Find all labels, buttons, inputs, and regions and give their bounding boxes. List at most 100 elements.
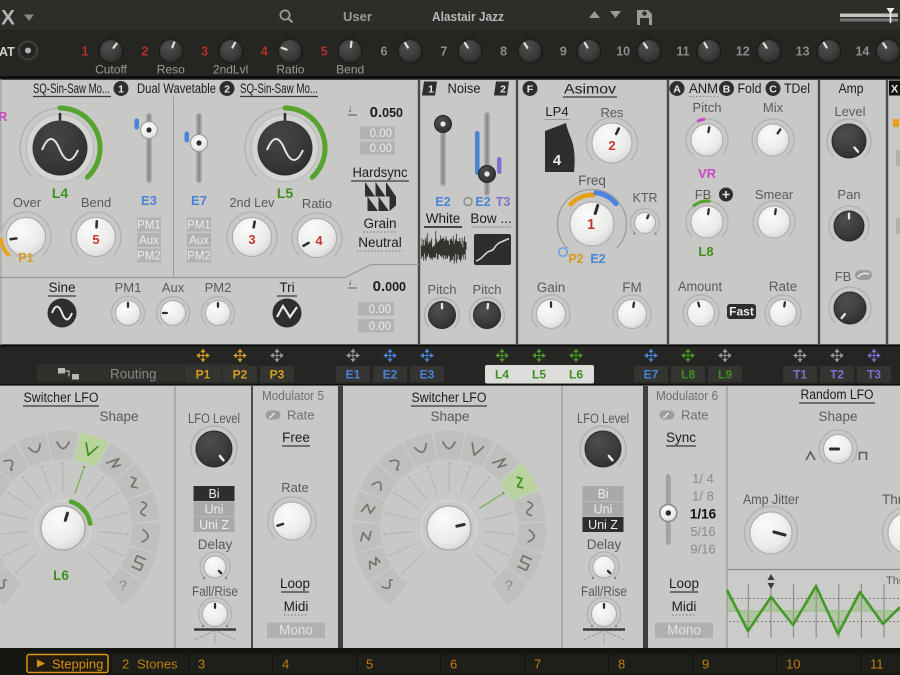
svg-text:9: 9	[560, 45, 567, 59]
svg-text:Switcher LFO: Switcher LFO	[24, 390, 99, 405]
svg-text:Routing: Routing	[110, 367, 157, 382]
svg-text:?: ?	[505, 578, 513, 595]
svg-text:Midi: Midi	[672, 599, 697, 614]
svg-text:3: 3	[198, 657, 205, 672]
svg-text:9: 9	[702, 657, 709, 672]
svg-text:4: 4	[282, 657, 289, 672]
svg-text:Bend: Bend	[336, 63, 364, 77]
svg-text:1: 1	[82, 45, 89, 59]
svg-text:Stones: Stones	[137, 657, 178, 672]
svg-text:Free: Free	[282, 430, 310, 445]
svg-text:11: 11	[676, 45, 689, 59]
svg-text:♩: ♩	[348, 276, 359, 288]
svg-text:1/ 8: 1/ 8	[692, 489, 714, 504]
svg-text:♩: ♩	[348, 103, 359, 115]
svg-text:Bi: Bi	[597, 487, 608, 501]
svg-text:2: 2	[500, 84, 506, 96]
svg-text:L4: L4	[52, 185, 69, 201]
svg-text:7: 7	[534, 657, 541, 672]
svg-text:4: 4	[261, 45, 268, 59]
svg-text:L8: L8	[681, 368, 695, 382]
svg-text:X: X	[891, 84, 899, 96]
svg-text:Aux: Aux	[189, 235, 209, 247]
svg-text:PM1: PM1	[137, 220, 161, 232]
svg-text:P1: P1	[18, 251, 33, 265]
svg-text:P2: P2	[233, 368, 248, 382]
svg-text:4: 4	[553, 152, 562, 169]
svg-text:5/16: 5/16	[690, 524, 715, 539]
svg-text:Alastair Jazz: Alastair Jazz	[432, 9, 504, 24]
svg-text:Neutral: Neutral	[358, 235, 402, 250]
svg-text:6: 6	[450, 657, 457, 672]
svg-text:Freq: Freq	[578, 173, 606, 188]
svg-text:2: 2	[141, 45, 148, 59]
svg-text:P2: P2	[568, 252, 583, 266]
svg-text:Uni Z: Uni Z	[588, 518, 618, 532]
svg-text:Uni Z: Uni Z	[199, 518, 229, 532]
svg-text:Pan: Pan	[837, 187, 860, 202]
svg-text:Shape: Shape	[430, 409, 469, 424]
svg-text:Rate: Rate	[281, 480, 308, 495]
svg-text:6: 6	[381, 45, 388, 59]
svg-text:Aux: Aux	[139, 235, 159, 247]
svg-text:Shape: Shape	[99, 409, 138, 424]
svg-text:PM1: PM1	[115, 280, 142, 295]
svg-text:Delay: Delay	[587, 537, 622, 552]
svg-text:3: 3	[248, 232, 255, 247]
svg-text:R: R	[0, 109, 8, 124]
svg-text:0.00: 0.00	[369, 304, 391, 316]
svg-text:B: B	[723, 83, 731, 95]
svg-text:Aux: Aux	[162, 280, 185, 295]
svg-text:3: 3	[201, 45, 208, 59]
svg-text:Over: Over	[13, 195, 42, 210]
svg-text:Fall/Rise: Fall/Rise	[581, 584, 627, 599]
svg-text:Gain: Gain	[537, 280, 566, 295]
svg-text:P3: P3	[270, 368, 285, 382]
svg-text:Delay: Delay	[198, 537, 233, 552]
svg-text:Dual Wavetable: Dual Wavetable	[137, 81, 216, 96]
svg-text:E1: E1	[346, 368, 361, 382]
svg-text:F: F	[527, 83, 534, 95]
svg-text:Modulator 6: Modulator 6	[656, 388, 718, 403]
svg-text:4: 4	[315, 233, 323, 248]
svg-text:0.00: 0.00	[370, 128, 392, 140]
svg-text:X: X	[1, 7, 15, 30]
svg-text:10: 10	[786, 657, 800, 672]
svg-text:T2: T2	[830, 368, 844, 382]
svg-text:PM2: PM2	[187, 251, 211, 263]
svg-text:0.050: 0.050	[370, 104, 403, 121]
svg-text:Pitch: Pitch	[428, 282, 457, 297]
svg-text:Mix: Mix	[763, 100, 784, 115]
svg-text:SQ-Sin-Saw Mo...: SQ-Sin-Saw Mo...	[240, 81, 318, 96]
svg-text:E3: E3	[141, 193, 157, 208]
svg-text:T3: T3	[867, 368, 881, 382]
svg-text:1: 1	[587, 217, 595, 233]
svg-text:VR: VR	[698, 166, 717, 181]
svg-text:Thre: Thre	[882, 492, 900, 507]
svg-text:E2: E2	[435, 195, 450, 209]
svg-text:Mono: Mono	[667, 623, 701, 638]
svg-text:LFO Level: LFO Level	[577, 411, 629, 426]
svg-text:8: 8	[500, 45, 507, 59]
svg-text:Uni: Uni	[205, 502, 224, 516]
svg-text:L5: L5	[277, 185, 294, 201]
svg-text:LFO Level: LFO Level	[188, 411, 240, 426]
svg-text:Shape: Shape	[818, 409, 857, 424]
svg-text:Reso: Reso	[157, 63, 185, 77]
svg-text:FM: FM	[622, 280, 642, 295]
svg-text:9/16: 9/16	[690, 542, 715, 557]
svg-text:1/ 4: 1/ 4	[692, 471, 714, 486]
svg-text:T3: T3	[496, 195, 511, 209]
svg-text:L8: L8	[698, 244, 713, 259]
svg-text:L6: L6	[569, 368, 583, 382]
svg-text:Amount: Amount	[678, 279, 722, 294]
svg-text:Amp: Amp	[839, 81, 864, 96]
svg-text:1: 1	[428, 84, 434, 96]
svg-text:Smear: Smear	[755, 187, 794, 202]
svg-text:KTR: KTR	[633, 191, 658, 205]
svg-text:2ndLvl: 2ndLvl	[213, 63, 248, 77]
svg-text:Random LFO: Random LFO	[801, 387, 874, 402]
svg-text:P1: P1	[196, 368, 211, 382]
svg-text:Amp Jitter: Amp Jitter	[743, 492, 799, 507]
svg-text:14: 14	[855, 45, 869, 59]
